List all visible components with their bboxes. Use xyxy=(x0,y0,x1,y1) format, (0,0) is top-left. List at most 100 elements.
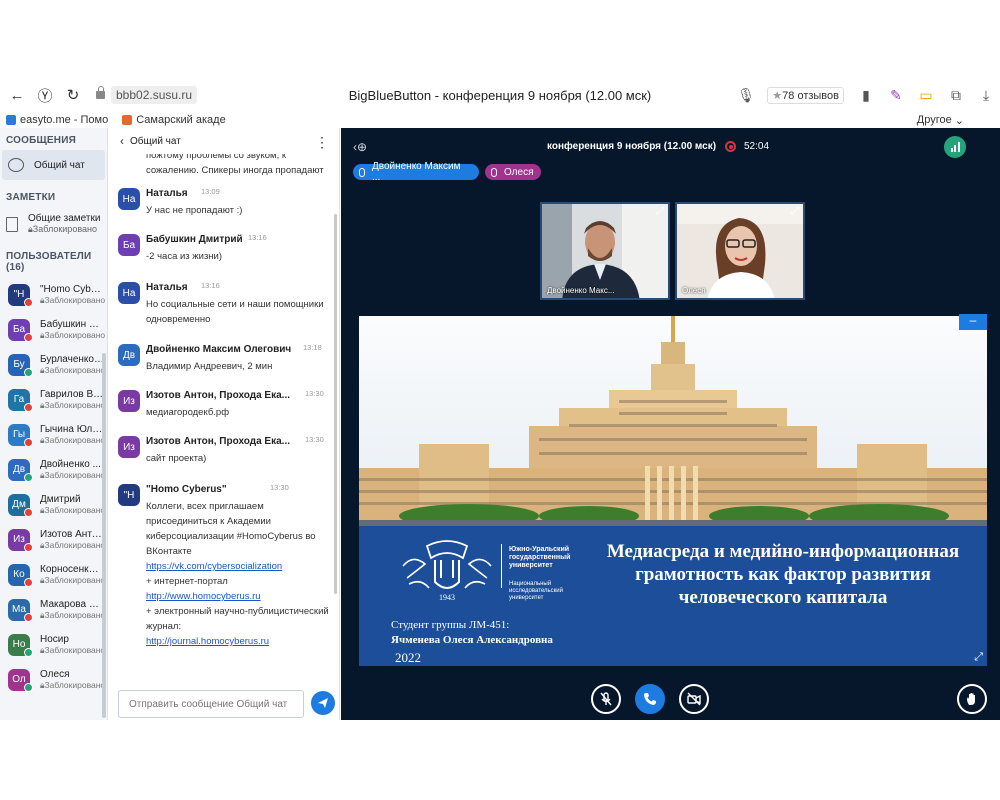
message-author: Бабушкин Дмитрий xyxy=(146,234,243,245)
send-button[interactable] xyxy=(311,691,335,715)
battery-icon[interactable]: ▭ xyxy=(918,87,934,104)
university-subtitle: Национальный исследовательский университ… xyxy=(509,581,563,601)
audio-status-icon xyxy=(24,543,33,552)
message-text: сайт проекта) xyxy=(146,453,207,464)
recording-timer: 52:04 xyxy=(744,141,770,152)
user-status: 🔒︎Заблокировано xyxy=(40,365,105,376)
raise-hand-button[interactable] xyxy=(957,684,987,714)
user-list-item[interactable]: Бу Бурлаченко ... 🔒︎Заблокировано xyxy=(0,347,107,382)
message-input[interactable] xyxy=(118,690,304,718)
user-list-item[interactable]: Дв Двойненко ... 🔒︎Заблокировано xyxy=(0,452,107,487)
user-list-item[interactable]: Ба Бабушкин Д... 🔒︎Заблокировано xyxy=(0,312,107,347)
student-name: Ячменева Олеся Александровна xyxy=(391,634,553,646)
chevron-left-icon[interactable]: ‹ xyxy=(120,134,124,148)
message-time: 13:16 xyxy=(248,233,267,242)
bookmark-item[interactable]: easyto.me - Помо xyxy=(6,114,108,126)
recording-icon[interactable] xyxy=(725,141,736,152)
user-list-item[interactable]: "Н "Homo Cyber... 🔒︎Заблокировано xyxy=(0,277,107,312)
user-status-text: Заблокировано xyxy=(44,609,106,620)
camera-button[interactable] xyxy=(679,684,709,714)
sidebar-item-shared-notes[interactable]: Общие заметки 🔒︎Заблокировано xyxy=(0,207,107,241)
user-list-item[interactable]: Ма Макарова С... 🔒︎Заблокировано xyxy=(0,592,107,627)
reviews-label: 78 отзывов xyxy=(782,89,839,102)
browser-toolbar: ← Ⓨ ↻ bbb02.susu.ru BigBlueButton - конф… xyxy=(0,78,1000,112)
fullscreen-icon[interactable]: ⤢ xyxy=(974,651,983,664)
bookmarks-bar: easyto.me - Помо Самарский акаде Другое … xyxy=(0,112,1000,128)
audio-status-icon xyxy=(24,403,33,412)
reload-icon[interactable]: ↻ xyxy=(62,86,84,104)
address-bar[interactable]: bbb02.susu.ru xyxy=(96,86,198,104)
user-list-item[interactable]: Га Гаврилов Ви... 🔒︎Заблокировано xyxy=(0,382,107,417)
user-status-text: Заблокировано xyxy=(44,469,106,480)
user-status-text: Заблокировано xyxy=(44,644,106,655)
user-list-item[interactable]: Дм Дмитрий 🔒︎Заблокировано xyxy=(0,487,107,522)
user-name: Двойненко ... xyxy=(40,458,101,470)
easyto-favicon xyxy=(6,115,16,125)
user-list-item[interactable]: Но Носир 🔒︎Заблокировано xyxy=(0,627,107,662)
conference-title: конференция 9 ноября (12.00 мск) xyxy=(547,141,717,152)
message-text: Но социальные сети и наши помощники одно… xyxy=(146,299,324,325)
user-list-item[interactable]: Ол Олеся 🔒︎Заблокировано xyxy=(0,662,107,697)
talker-badge[interactable]: Олеся xyxy=(485,164,542,180)
other-bookmarks[interactable]: Другое ⌄ xyxy=(917,114,964,127)
message-link[interactable]: http://journal.homocyberus.ru xyxy=(146,634,336,649)
audio-status-icon xyxy=(24,473,33,482)
avatar: На xyxy=(118,282,140,304)
logo-divider xyxy=(501,544,502,588)
connection-status-icon[interactable] xyxy=(944,136,966,158)
camera-off-icon xyxy=(687,692,701,706)
user-list-item[interactable]: Из Изотов Анто... 🔒︎Заблокировано xyxy=(0,522,107,557)
user-list-item[interactable]: Ко Корносенко ... 🔒︎Заблокировано xyxy=(0,557,107,592)
user-name: Носир xyxy=(40,633,69,645)
message-body: сайт проекта) xyxy=(146,451,336,466)
conference-area: ‹⊕ конференция 9 ноября (12.00 мск) 52:0… xyxy=(341,128,1000,720)
chat-scrollbar[interactable] xyxy=(334,214,337,594)
user-text: Гаврилов Ви... 🔒︎Заблокировано xyxy=(40,389,105,411)
download-icon[interactable]: ⤓ xyxy=(978,87,994,104)
slide-title: Медиасреда и медийно-информационная грам… xyxy=(606,541,960,608)
video-tile[interactable]: Олеся ⤢ xyxy=(675,202,805,300)
message-time: 13:30 xyxy=(305,389,324,398)
message-body: Коллеги, всех приглашаем присоединиться … xyxy=(146,499,336,649)
chat-title[interactable]: Общий чат xyxy=(130,136,181,147)
reviews-button[interactable]: ★78 отзывов xyxy=(767,86,844,104)
bookmark-item[interactable]: Самарский акаде xyxy=(122,114,226,126)
microphone-icon xyxy=(359,167,365,177)
user-name: Бабушкин Д... xyxy=(40,318,104,330)
fullscreen-icon[interactable]: ⤢ xyxy=(656,206,664,217)
fullscreen-icon[interactable]: ⤢ xyxy=(791,206,799,217)
audio-status-icon xyxy=(24,438,33,447)
extensions-icon[interactable]: ⧉ xyxy=(948,87,964,104)
microphone-off-icon xyxy=(600,692,612,706)
talker-badge[interactable]: Двойненко Максим ... xyxy=(353,161,479,183)
bookmark-icon[interactable]: ▮ xyxy=(858,87,874,104)
pen-icon[interactable]: ✎ xyxy=(888,87,904,104)
microphone-icon[interactable]: 🎙 xyxy=(737,87,755,104)
user-status-text: Заблокировано xyxy=(44,399,106,410)
sidebar-scrollbar[interactable] xyxy=(102,353,106,718)
message-text: У нас не пропадают :) xyxy=(146,205,243,216)
message-time: 13:30 xyxy=(270,483,289,492)
toggle-panel-icon[interactable]: ‹⊕ xyxy=(353,140,367,154)
back-arrow-icon[interactable]: ← xyxy=(6,87,28,104)
yandex-icon[interactable]: Ⓨ xyxy=(34,85,56,106)
video-tile[interactable]: Двойненко Макс... ⤢ xyxy=(540,202,670,300)
message-link[interactable]: http://www.homocyberus.ru xyxy=(146,589,336,604)
chat-panel: ‹ Общий чат ⋮ пожтому проблемы со звуком… xyxy=(108,128,340,720)
message-body: медиагородекб.рф xyxy=(146,405,336,420)
mute-button[interactable] xyxy=(591,684,621,714)
avatar: Из xyxy=(118,390,140,412)
avatar: "Н xyxy=(118,484,140,506)
user-status: 🔒︎Заблокировано xyxy=(40,680,105,691)
user-list-item[interactable]: Гы Гычина Юли... 🔒︎Заблокировано xyxy=(0,417,107,452)
minimize-presentation-button[interactable]: – xyxy=(959,314,987,330)
message-link[interactable]: https://vk.com/cybersocialization xyxy=(146,559,336,574)
user-status: 🔒︎Заблокировано xyxy=(40,470,105,481)
message-text: Коллеги, всех приглашаем присоединиться … xyxy=(146,501,316,557)
user-status: 🔒︎Заблокировано xyxy=(40,330,105,341)
more-options-icon[interactable]: ⋮ xyxy=(315,134,329,151)
message-time: 13:30 xyxy=(305,435,324,444)
sidebar-item-public-chat[interactable]: Общий чат xyxy=(2,150,105,180)
leave-audio-button[interactable] xyxy=(635,684,665,714)
university-name: Южно-Уральский государственный университ… xyxy=(509,546,571,569)
